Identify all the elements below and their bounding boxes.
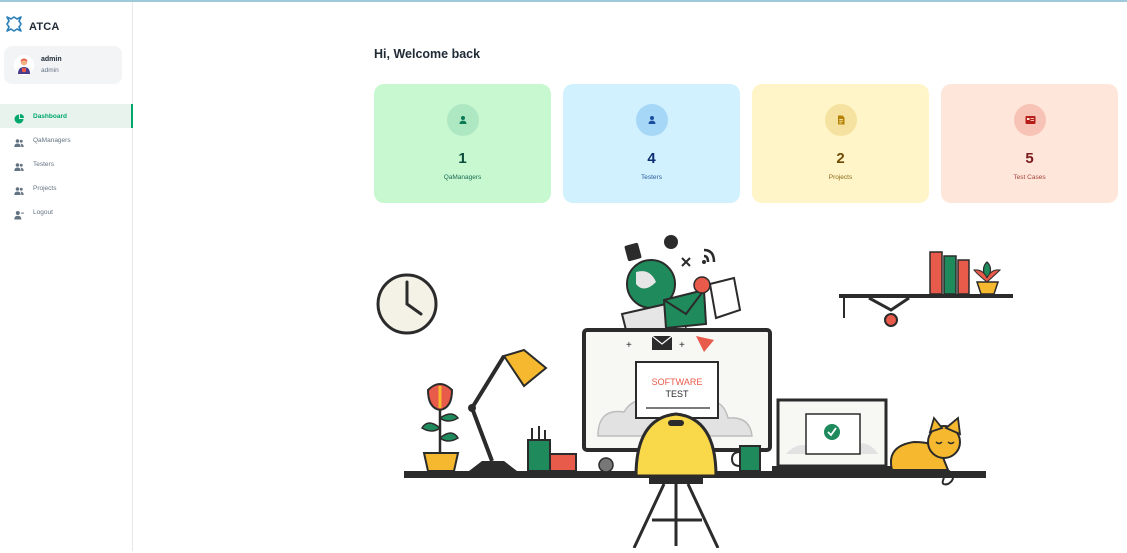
screen-title: SOFTWARE: [652, 377, 703, 387]
stat-value: 1: [458, 150, 467, 167]
avatar: [14, 55, 34, 75]
stat-card-testers[interactable]: 4 Testers: [563, 84, 740, 203]
stat-value: 4: [647, 150, 656, 167]
plant-icon: [420, 383, 460, 472]
stat-value: 2: [836, 150, 845, 167]
app-name: ATCA: [29, 20, 60, 33]
sidebar-item-label: Projects: [33, 184, 57, 192]
summary-cards: 1 QaManagers 4 Testers 2 Projects 5 Test…: [374, 84, 1118, 203]
top-border: [0, 0, 1127, 2]
logo-icon: [4, 14, 24, 39]
stat-value: 5: [1025, 150, 1034, 167]
svg-text:+: +: [626, 340, 632, 351]
sidebar-item-projects[interactable]: Projects: [0, 176, 133, 200]
stat-card-qamanagers[interactable]: 1 QaManagers: [374, 84, 551, 203]
sidebar: ATCA admin admin Dashboard QaManagers Te…: [0, 2, 133, 551]
sidebar-item-label: Dashboard: [33, 112, 67, 120]
test-case-icon: [1014, 104, 1046, 136]
laptop-icon: [772, 398, 892, 471]
account-name: admin: [41, 56, 62, 63]
clock-icon: [376, 273, 438, 335]
sidebar-item-dashboard[interactable]: Dashboard: [0, 104, 133, 128]
pie-chart-icon: [14, 111, 24, 124]
svg-text:+: +: [679, 340, 685, 351]
stat-label: Testers: [641, 174, 662, 181]
sidebar-item-label: Logout: [33, 208, 53, 216]
users-icon: [14, 135, 24, 147]
sidebar-nav: Dashboard QaManagers Testers Projects Lo…: [0, 104, 133, 224]
app-logo[interactable]: ATCA: [4, 14, 60, 39]
stat-label: Test Cases: [1013, 174, 1046, 181]
user-logout-icon: [14, 207, 24, 220]
screen-subtitle: TEST: [665, 389, 689, 399]
account-card[interactable]: admin admin: [4, 46, 122, 84]
sidebar-item-testers[interactable]: Testers: [0, 152, 133, 176]
shelf-icon: [839, 251, 1013, 327]
dashboard-illustration: SOFTWARE TEST + +: [374, 228, 1014, 553]
user-icon: [636, 104, 668, 136]
user-icon: [447, 104, 479, 136]
sidebar-item-label: Testers: [33, 160, 54, 168]
stat-card-projects[interactable]: 2 Projects: [752, 84, 929, 203]
sidebar-item-qamanagers[interactable]: QaManagers: [0, 128, 133, 152]
users-icon: [14, 183, 24, 195]
stat-label: Projects: [828, 174, 853, 181]
users-icon: [14, 159, 24, 171]
stat-label: QaManagers: [443, 174, 482, 181]
sidebar-item-logout[interactable]: Logout: [0, 200, 133, 224]
account-role: admin: [41, 67, 59, 74]
floating-icons: [620, 235, 742, 340]
document-icon: [825, 104, 857, 136]
chair-icon: [632, 412, 720, 549]
sidebar-item-label: QaManagers: [33, 136, 71, 144]
page-title: Hi, Welcome back: [374, 47, 481, 61]
stat-card-test-cases[interactable]: 5 Test Cases: [941, 84, 1118, 203]
